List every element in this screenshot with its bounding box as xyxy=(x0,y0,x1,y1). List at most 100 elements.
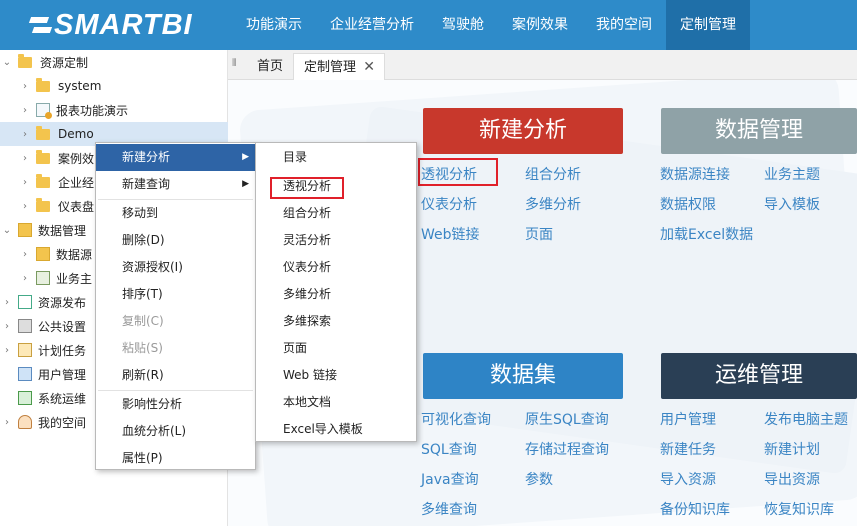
menu-item-move-to[interactable]: 移动到 xyxy=(96,200,255,227)
submenu-item-dashboard-analysis[interactable]: 仪表分析 xyxy=(256,254,416,281)
task-icon xyxy=(18,343,32,357)
collapsed-arrow-icon[interactable]: › xyxy=(20,273,30,284)
publish-icon xyxy=(18,295,32,309)
link-restore-repository[interactable]: 恢复知识库 xyxy=(764,499,834,519)
tab-custom-management[interactable]: 定制管理 ✕ xyxy=(293,53,386,81)
submenu-item-directory[interactable]: 目录 xyxy=(256,144,416,171)
folder-icon xyxy=(36,149,50,164)
tree-node-resource-custom[interactable]: ⌄ 资源定制 xyxy=(0,50,228,74)
tab-handle-icon[interactable]: ⦀ xyxy=(232,58,236,69)
tree-node-label: 数据源 xyxy=(56,247,93,262)
link-datasource-connection[interactable]: 数据源连接 xyxy=(660,164,730,184)
collapsed-arrow-icon[interactable]: › xyxy=(20,129,30,140)
menu-item-label: 新建查询 xyxy=(122,177,171,191)
collapsed-arrow-icon[interactable]: › xyxy=(20,81,30,92)
tree-node-label: 资源发布 xyxy=(38,295,87,310)
ops-management-header[interactable]: 运维管理 xyxy=(661,353,857,399)
tree-node-label: 报表功能演示 xyxy=(56,103,129,118)
tree-node-label: 资源定制 xyxy=(40,55,89,70)
collapsed-arrow-icon[interactable]: › xyxy=(2,321,12,332)
collapsed-arrow-icon[interactable]: › xyxy=(20,177,30,188)
nav-item-custom-management[interactable]: 定制管理 xyxy=(666,0,750,50)
user-management-icon xyxy=(18,367,32,381)
tab-label: 定制管理 xyxy=(304,60,357,75)
link-new-task[interactable]: 新建任务 xyxy=(660,439,716,459)
link-dashboard-analysis[interactable]: 仪表分析 xyxy=(421,194,477,214)
link-user-management[interactable]: 用户管理 xyxy=(660,409,716,429)
link-page[interactable]: 页面 xyxy=(525,224,553,244)
dataset-header[interactable]: 数据集 xyxy=(423,353,623,399)
folder-icon xyxy=(36,125,50,140)
settings-icon xyxy=(18,319,32,333)
nav-item-cockpit[interactable]: 驾驶舱 xyxy=(428,0,498,50)
link-import-resource[interactable]: 导入资源 xyxy=(660,469,716,489)
menu-item-lineage-analysis[interactable]: 血统分析(L) xyxy=(96,418,255,445)
link-data-permission[interactable]: 数据权限 xyxy=(660,194,716,214)
submenu-item-page[interactable]: 页面 xyxy=(256,335,416,362)
data-management-icon xyxy=(18,223,32,237)
nav-item-my-space[interactable]: 我的空间 xyxy=(582,0,666,50)
submenu-item-flexible-analysis[interactable]: 灵活分析 xyxy=(256,227,416,254)
menu-item-sort[interactable]: 排序(T) xyxy=(96,281,255,308)
link-new-schedule[interactable]: 新建计划 xyxy=(764,439,820,459)
tree-node-label: 案例效 xyxy=(58,151,95,166)
submenu-item-web-link[interactable]: Web 链接 xyxy=(256,362,416,389)
tab-home[interactable]: 首页 xyxy=(247,53,293,80)
new-analysis-header[interactable]: 新建分析 xyxy=(423,108,623,154)
link-java-query[interactable]: Java查询 xyxy=(421,469,479,489)
link-combined-analysis[interactable]: 组合分析 xyxy=(525,164,581,184)
expanded-arrow-icon[interactable]: ⌄ xyxy=(2,57,12,68)
smartbi-logo[interactable]: SMARTBI xyxy=(30,6,193,44)
tree-node-system[interactable]: › system xyxy=(0,74,228,98)
submenu-item-excel-import-template[interactable]: Excel导入模板 xyxy=(256,416,416,443)
collapsed-arrow-icon[interactable]: › xyxy=(20,201,30,212)
tree-node-report-demo[interactable]: › 报表功能演示 xyxy=(0,98,228,122)
link-olap-analysis[interactable]: 多维分析 xyxy=(525,194,581,214)
collapsed-arrow-icon[interactable]: › xyxy=(2,417,12,428)
collapsed-arrow-icon[interactable]: › xyxy=(2,345,12,356)
menu-item-label: 新建分析 xyxy=(122,150,171,164)
menu-item-resource-authorization[interactable]: 资源授权(I) xyxy=(96,254,255,281)
close-icon[interactable]: ✕ xyxy=(363,54,375,81)
link-business-theme[interactable]: 业务主题 xyxy=(764,164,820,184)
submenu-item-olap-analysis[interactable]: 多维分析 xyxy=(256,281,416,308)
tree-node-label: 业务主 xyxy=(56,271,93,286)
link-export-resource[interactable]: 导出资源 xyxy=(764,469,820,489)
expanded-arrow-icon[interactable]: ⌄ xyxy=(2,225,12,236)
menu-item-copy[interactable]: 复制(C) xyxy=(96,308,255,335)
tab-bar: ⦀ 首页 定制管理 ✕ xyxy=(228,50,857,80)
business-theme-icon xyxy=(36,271,50,285)
link-import-template[interactable]: 导入模板 xyxy=(764,194,820,214)
menu-item-refresh[interactable]: 刷新(R) xyxy=(96,362,255,389)
submenu-item-combined-analysis[interactable]: 组合分析 xyxy=(256,200,416,227)
link-visual-query[interactable]: 可视化查询 xyxy=(421,409,491,429)
link-parameter[interactable]: 参数 xyxy=(525,469,553,489)
link-web-link[interactable]: Web链接 xyxy=(421,224,480,244)
collapsed-arrow-icon[interactable]: › xyxy=(2,297,12,308)
link-sql-query[interactable]: SQL查询 xyxy=(421,439,477,459)
menu-item-delete[interactable]: 删除(D) xyxy=(96,227,255,254)
submenu-item-olap-explore[interactable]: 多维探索 xyxy=(256,308,416,335)
menu-item-impact-analysis[interactable]: 影响性分析 xyxy=(96,391,255,418)
nav-item-enterprise-analysis[interactable]: 企业经营分析 xyxy=(316,0,428,50)
menu-item-properties[interactable]: 属性(P) xyxy=(96,445,255,472)
link-stored-procedure-query[interactable]: 存储过程查询 xyxy=(525,439,609,459)
collapsed-arrow-icon[interactable]: › xyxy=(20,153,30,164)
menu-item-paste[interactable]: 粘贴(S) xyxy=(96,335,255,362)
link-load-excel-data[interactable]: 加载Excel数据 xyxy=(660,224,753,244)
nav-item-case-effects[interactable]: 案例效果 xyxy=(498,0,582,50)
system-ops-icon xyxy=(18,391,32,405)
link-native-sql-query[interactable]: 原生SQL查询 xyxy=(525,409,609,429)
link-backup-repository[interactable]: 备份知识库 xyxy=(660,499,730,519)
submenu-item-local-document[interactable]: 本地文档 xyxy=(256,389,416,416)
collapsed-arrow-icon[interactable]: › xyxy=(20,105,30,116)
collapsed-arrow-icon[interactable]: › xyxy=(20,249,30,260)
menu-item-new-analysis[interactable]: 新建分析 ▶ xyxy=(96,144,255,171)
report-folder-icon xyxy=(36,103,52,119)
tree-node-label: 公共设置 xyxy=(38,319,87,334)
link-publish-pc-theme[interactable]: 发布电脑主题 xyxy=(764,409,848,429)
data-management-header[interactable]: 数据管理 xyxy=(661,108,857,154)
menu-item-new-query[interactable]: 新建查询 ▶ xyxy=(96,171,255,198)
link-olap-query[interactable]: 多维查询 xyxy=(421,499,477,519)
nav-item-function-demo[interactable]: 功能演示 xyxy=(232,0,316,50)
